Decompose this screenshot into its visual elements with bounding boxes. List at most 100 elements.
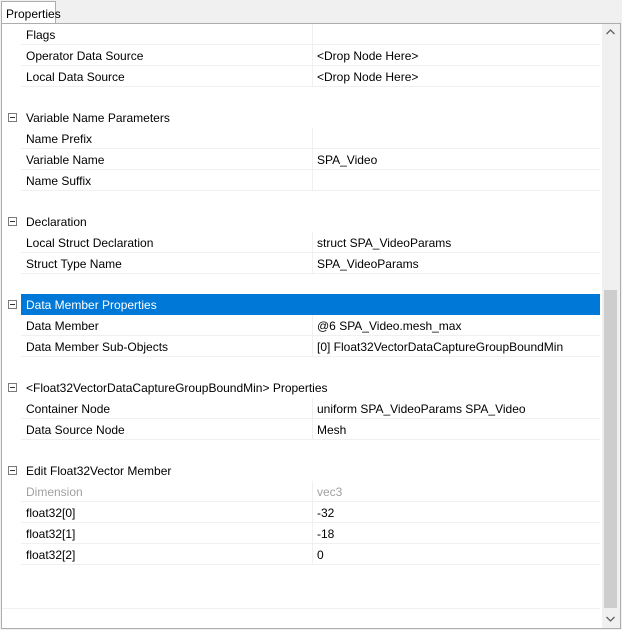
property-row[interactable]: Local Data Source <Drop Node Here> [2, 66, 600, 88]
row-gutter [2, 170, 21, 192]
property-row[interactable]: Data Source Node Mesh [2, 419, 600, 441]
property-row[interactable]: Local Struct Declaration struct SPA_Video… [2, 232, 600, 254]
column-divider [312, 544, 313, 565]
property-name: Data Member Sub-Objects [26, 340, 169, 354]
row-gutter [2, 128, 21, 150]
property-value[interactable]: -32 [317, 506, 334, 520]
row-gutter [2, 253, 21, 275]
row-gutter [2, 419, 21, 441]
category-header[interactable]: Declaration [2, 211, 600, 232]
scrollbar-thumb[interactable] [604, 290, 617, 608]
column-divider [312, 481, 313, 502]
property-row[interactable]: float32[2] 0 [2, 544, 600, 566]
column-divider [312, 232, 313, 253]
property-name: Operator Data Source [26, 49, 144, 63]
category-title: Edit Float32Vector Member [26, 464, 172, 478]
group-spacer [2, 440, 600, 460]
category-header[interactable]: Data Member Properties [2, 294, 600, 315]
property-row[interactable]: float32[0] -32 [2, 502, 600, 524]
row-gutter [2, 149, 21, 171]
row-gutter [2, 66, 21, 88]
property-name: Name Prefix [26, 132, 93, 146]
property-value[interactable]: SPA_Video [317, 153, 377, 167]
column-divider [312, 149, 313, 170]
property-name: float32[2] [26, 548, 76, 562]
property-row[interactable]: Flags [2, 24, 600, 46]
column-divider [312, 45, 313, 66]
category-header[interactable]: <Float32VectorDataCaptureGroupBoundMin> … [2, 377, 600, 398]
column-divider [312, 128, 313, 149]
property-name: float32[0] [26, 506, 76, 520]
row-gutter [2, 544, 21, 566]
category-header[interactable]: Variable Name Parameters [2, 107, 600, 128]
row-gutter [2, 315, 21, 337]
row-gutter [2, 232, 21, 254]
property-value[interactable]: @6 SPA_Video.mesh_max [317, 319, 461, 333]
property-row[interactable]: Struct Type Name SPA_VideoParams [2, 253, 600, 275]
category-title: Variable Name Parameters [26, 111, 170, 125]
property-name: Struct Type Name [26, 257, 122, 271]
column-divider [312, 502, 313, 523]
category-header[interactable]: Edit Float32Vector Member [2, 460, 600, 481]
property-list: Flags Operator Data Source <Drop Node Here… [2, 24, 600, 566]
tab-strip: Properties [0, 0, 622, 24]
category-title: <Float32VectorDataCaptureGroupBoundMin> … [26, 381, 328, 395]
column-divider [312, 336, 313, 357]
group-spacer [2, 191, 600, 211]
property-row[interactable]: Variable Name SPA_Video [2, 149, 600, 171]
column-divider [312, 66, 313, 87]
column-divider [312, 315, 313, 336]
property-value[interactable]: 0 [317, 548, 324, 562]
property-row[interactable]: Dimension vec3 [2, 481, 600, 503]
scroll-up-button[interactable] [602, 24, 620, 41]
grid-footer-divider [2, 608, 600, 609]
column-divider [312, 24, 313, 45]
column-divider [312, 170, 313, 191]
property-name: float32[1] [26, 527, 76, 541]
property-value[interactable]: [0] Float32VectorDataCaptureGroupBoundMi… [317, 340, 563, 354]
property-row[interactable]: Operator Data Source <Drop Node Here> [2, 45, 600, 67]
row-gutter [2, 481, 21, 503]
property-row[interactable]: Container Node uniform SPA_VideoParams SP… [2, 398, 600, 420]
property-value[interactable]: SPA_VideoParams [317, 257, 419, 271]
tab-properties[interactable]: Properties [1, 1, 61, 23]
chevron-down-icon [606, 616, 615, 622]
scroll-down-button[interactable] [602, 611, 620, 628]
collapse-toggle-icon[interactable] [8, 300, 17, 309]
property-row[interactable]: Data Member Sub-Objects [0] Float32Vector… [2, 336, 600, 358]
group-spacer [2, 357, 600, 377]
column-divider [312, 398, 313, 419]
property-value[interactable]: struct SPA_VideoParams [317, 236, 451, 250]
property-name: Variable Name [26, 153, 105, 167]
column-divider [312, 253, 313, 274]
row-gutter [2, 24, 21, 46]
property-name: Flags [26, 28, 56, 42]
column-divider [312, 523, 313, 544]
property-name: Local Struct Declaration [26, 236, 154, 250]
property-name: Data Member [26, 319, 99, 333]
collapse-toggle-icon[interactable] [8, 217, 17, 226]
property-value[interactable]: -18 [317, 527, 334, 541]
property-value[interactable]: Mesh [317, 423, 346, 437]
property-value[interactable]: <Drop Node Here> [317, 70, 418, 84]
property-name: Container Node [26, 402, 111, 416]
property-row[interactable]: Name Prefix [2, 128, 600, 150]
property-row[interactable]: Data Member @6 SPA_Video.mesh_max [2, 315, 600, 337]
category-title: Declaration [26, 215, 87, 229]
row-gutter [2, 523, 21, 545]
chevron-up-icon [606, 29, 615, 35]
vertical-scrollbar[interactable] [602, 24, 620, 628]
group-spacer [2, 274, 600, 294]
property-name: Data Source Node [26, 423, 125, 437]
property-name: Dimension [26, 485, 83, 499]
row-gutter [2, 398, 21, 420]
collapse-toggle-icon[interactable] [8, 383, 17, 392]
group-spacer [2, 87, 600, 107]
property-value[interactable]: <Drop Node Here> [317, 49, 418, 63]
property-name: Local Data Source [26, 70, 125, 84]
property-row[interactable]: float32[1] -18 [2, 523, 600, 545]
property-value[interactable]: uniform SPA_VideoParams SPA_Video [317, 402, 526, 416]
collapse-toggle-icon[interactable] [8, 113, 17, 122]
property-row[interactable]: Name Suffix [2, 170, 600, 192]
collapse-toggle-icon[interactable] [8, 466, 17, 475]
